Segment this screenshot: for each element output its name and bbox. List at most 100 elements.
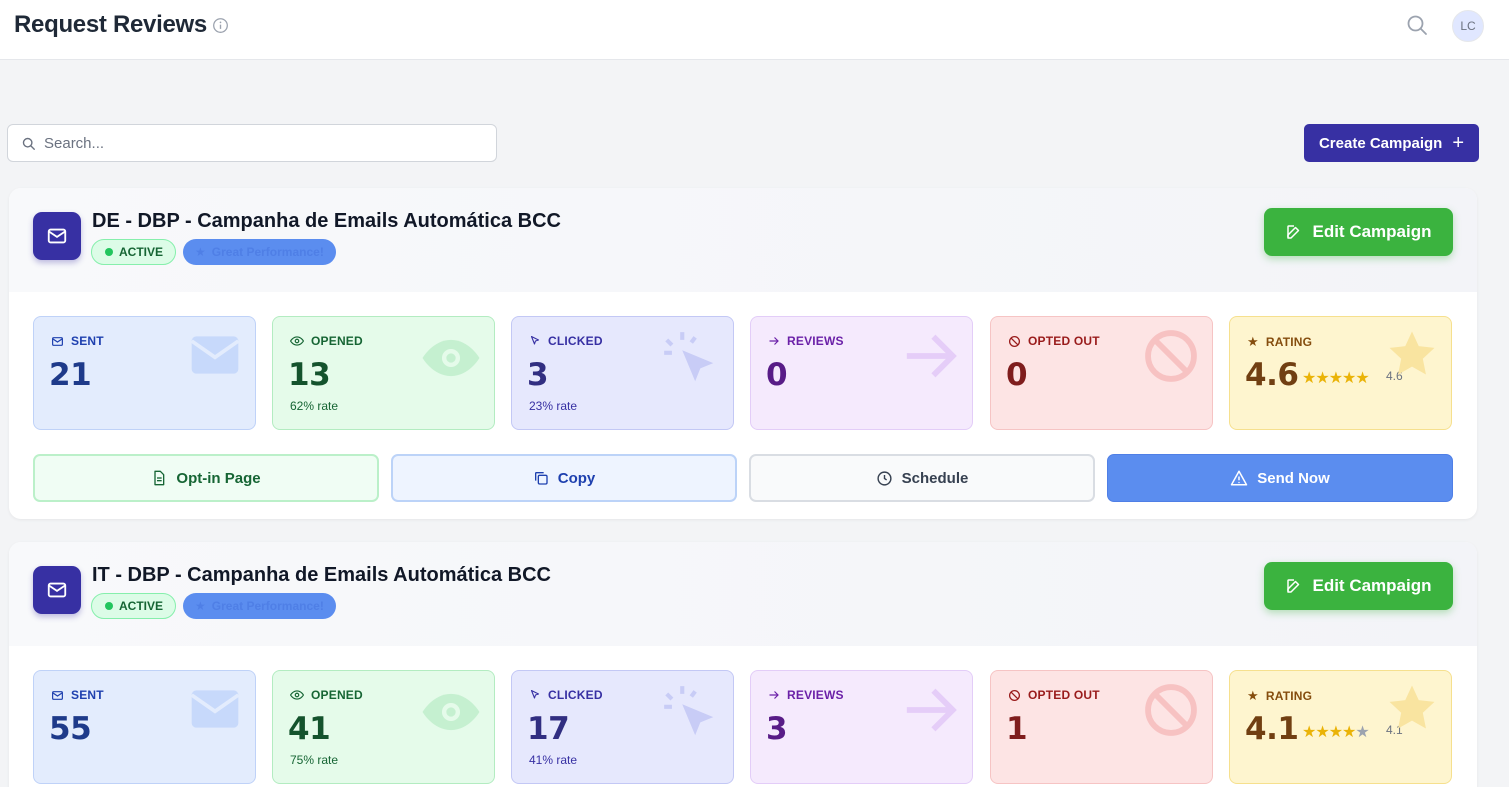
stat-value: 13	[288, 357, 331, 393]
edit-campaign-label: Edit Campaign	[1312, 576, 1432, 595]
stat-label: REVIEWS	[787, 688, 844, 702]
stat-value: 17	[527, 711, 570, 747]
send-now-button[interactable]: Send Now	[1107, 454, 1453, 502]
stat-label: SENT	[71, 334, 104, 348]
stat-value: 3	[527, 357, 549, 393]
stat-label: RATING	[1265, 335, 1313, 349]
mail-icon	[190, 336, 240, 374]
star-icon	[1389, 331, 1435, 375]
stat-label: RATING	[1265, 689, 1313, 703]
campaign-title: IT - DBP - Campanha de Emails Automática…	[92, 564, 551, 586]
search-icon	[22, 137, 35, 150]
ban-icon	[1145, 684, 1197, 736]
stat-sent: SENT 21	[33, 316, 256, 430]
campaign-title: DE - DBP - Campanha de Emails Automática…	[92, 210, 561, 232]
create-campaign-label: Create Campaign	[1318, 134, 1443, 152]
stat-rate: 23% rate	[529, 399, 578, 413]
stat-rating: ★ RATING 4.6 ★★★★★ 4.6	[1229, 316, 1452, 430]
create-campaign-button[interactable]: Create Campaign +	[1304, 124, 1479, 162]
star-icon	[1389, 685, 1435, 729]
arrow-right-icon	[906, 688, 957, 732]
edit-campaign-label: Edit Campaign	[1312, 222, 1432, 241]
ban-icon	[1145, 330, 1197, 382]
rating-stars: ★★★★★	[1302, 722, 1370, 742]
clock-icon	[877, 470, 892, 486]
mail-icon	[33, 212, 81, 260]
search-input[interactable]	[44, 133, 484, 153]
stat-value: 41	[288, 711, 331, 747]
stat-value: 55	[49, 711, 92, 747]
campaign-card: IT - DBP - Campanha de Emails Automática…	[9, 542, 1477, 787]
info-icon[interactable]	[212, 17, 229, 34]
arrow-right-icon	[906, 334, 957, 378]
stat-reviews: REVIEWS 3	[750, 670, 973, 784]
ban-icon	[1008, 335, 1021, 347]
star-icon: ★	[195, 599, 206, 613]
stat-opted-out: OPTED OUT 1	[990, 670, 1213, 784]
stat-rate: 62% rate	[290, 399, 339, 413]
schedule-label: Schedule	[901, 469, 969, 487]
rating-stars: ★★★★★	[1302, 368, 1370, 388]
star-icon: ★	[1247, 334, 1259, 349]
eye-icon	[422, 339, 480, 377]
mail-icon	[52, 336, 63, 346]
performance-badge: ★ Great Performance!	[183, 593, 336, 619]
stat-value: 4.6	[1245, 357, 1299, 393]
edit-campaign-button[interactable]: Edit Campaign	[1264, 208, 1453, 256]
send-now-label: Send Now	[1257, 469, 1330, 487]
star-icon: ★★★★★	[1302, 370, 1370, 387]
edit-icon	[1287, 225, 1300, 239]
stat-value: 0	[1006, 357, 1028, 393]
stat-value: 0	[766, 357, 788, 393]
edit-campaign-button[interactable]: Edit Campaign	[1264, 562, 1453, 610]
stat-label: OPENED	[311, 334, 363, 348]
stat-label: CLICKED	[548, 688, 603, 702]
schedule-button[interactable]: Schedule	[749, 454, 1095, 502]
ban-icon	[1008, 689, 1021, 701]
arrow-right-icon	[769, 691, 779, 699]
stat-value: 4.1	[1245, 711, 1299, 747]
stat-label: OPTED OUT	[1028, 688, 1100, 702]
stat-opened: OPENED 41 75% rate	[272, 670, 495, 784]
stat-value: 3	[766, 711, 788, 747]
stat-reviews: REVIEWS 0	[750, 316, 973, 430]
performance-label: Great Performance!	[211, 599, 324, 613]
arrow-right-icon	[769, 337, 779, 345]
status-badge: ACTIVE	[91, 239, 177, 265]
stat-opened: OPENED 13 62% rate	[272, 316, 495, 430]
stat-opted-out: OPTED OUT 0	[990, 316, 1213, 430]
status-badge: ACTIVE	[91, 593, 177, 619]
status-label: ACTIVE	[119, 245, 164, 259]
star-icon: ★★★★	[1302, 724, 1356, 741]
edit-icon	[1287, 579, 1300, 593]
mail-icon	[52, 690, 63, 700]
opt-in-page-label: Opt-in Page	[176, 469, 261, 487]
stat-sent: SENT 55	[33, 670, 256, 784]
stat-label: OPTED OUT	[1028, 334, 1100, 348]
opt-in-page-button[interactable]: Opt-in Page	[33, 454, 379, 502]
stat-clicked: CLICKED 17 41% rate	[511, 670, 734, 784]
top-bar: Request Reviews LC	[0, 0, 1509, 60]
stat-label: CLICKED	[548, 334, 603, 348]
stat-label: OPENED	[311, 688, 363, 702]
status-dot-icon	[105, 602, 113, 610]
copy-button[interactable]: Copy	[391, 454, 737, 502]
search-icon[interactable]	[1405, 13, 1429, 37]
stat-label: REVIEWS	[787, 334, 844, 348]
mail-icon	[190, 690, 240, 728]
stat-value: 21	[49, 357, 92, 393]
stat-label: SENT	[71, 688, 104, 702]
document-icon	[154, 470, 165, 486]
status-label: ACTIVE	[119, 599, 164, 613]
search-box	[7, 124, 497, 162]
stat-clicked: CLICKED 3 23% rate	[511, 316, 734, 430]
avatar[interactable]: LC	[1452, 10, 1484, 42]
eye-icon	[290, 336, 304, 346]
cursor-icon	[530, 689, 540, 699]
performance-label: Great Performance!	[211, 245, 324, 259]
eye-icon	[290, 690, 304, 700]
campaign-card: DE - DBP - Campanha de Emails Automática…	[9, 188, 1477, 519]
warning-icon	[1230, 470, 1248, 486]
performance-badge: ★ Great Performance!	[183, 239, 336, 265]
stat-rating: ★ RATING 4.1 ★★★★★ 4.1	[1229, 670, 1452, 784]
